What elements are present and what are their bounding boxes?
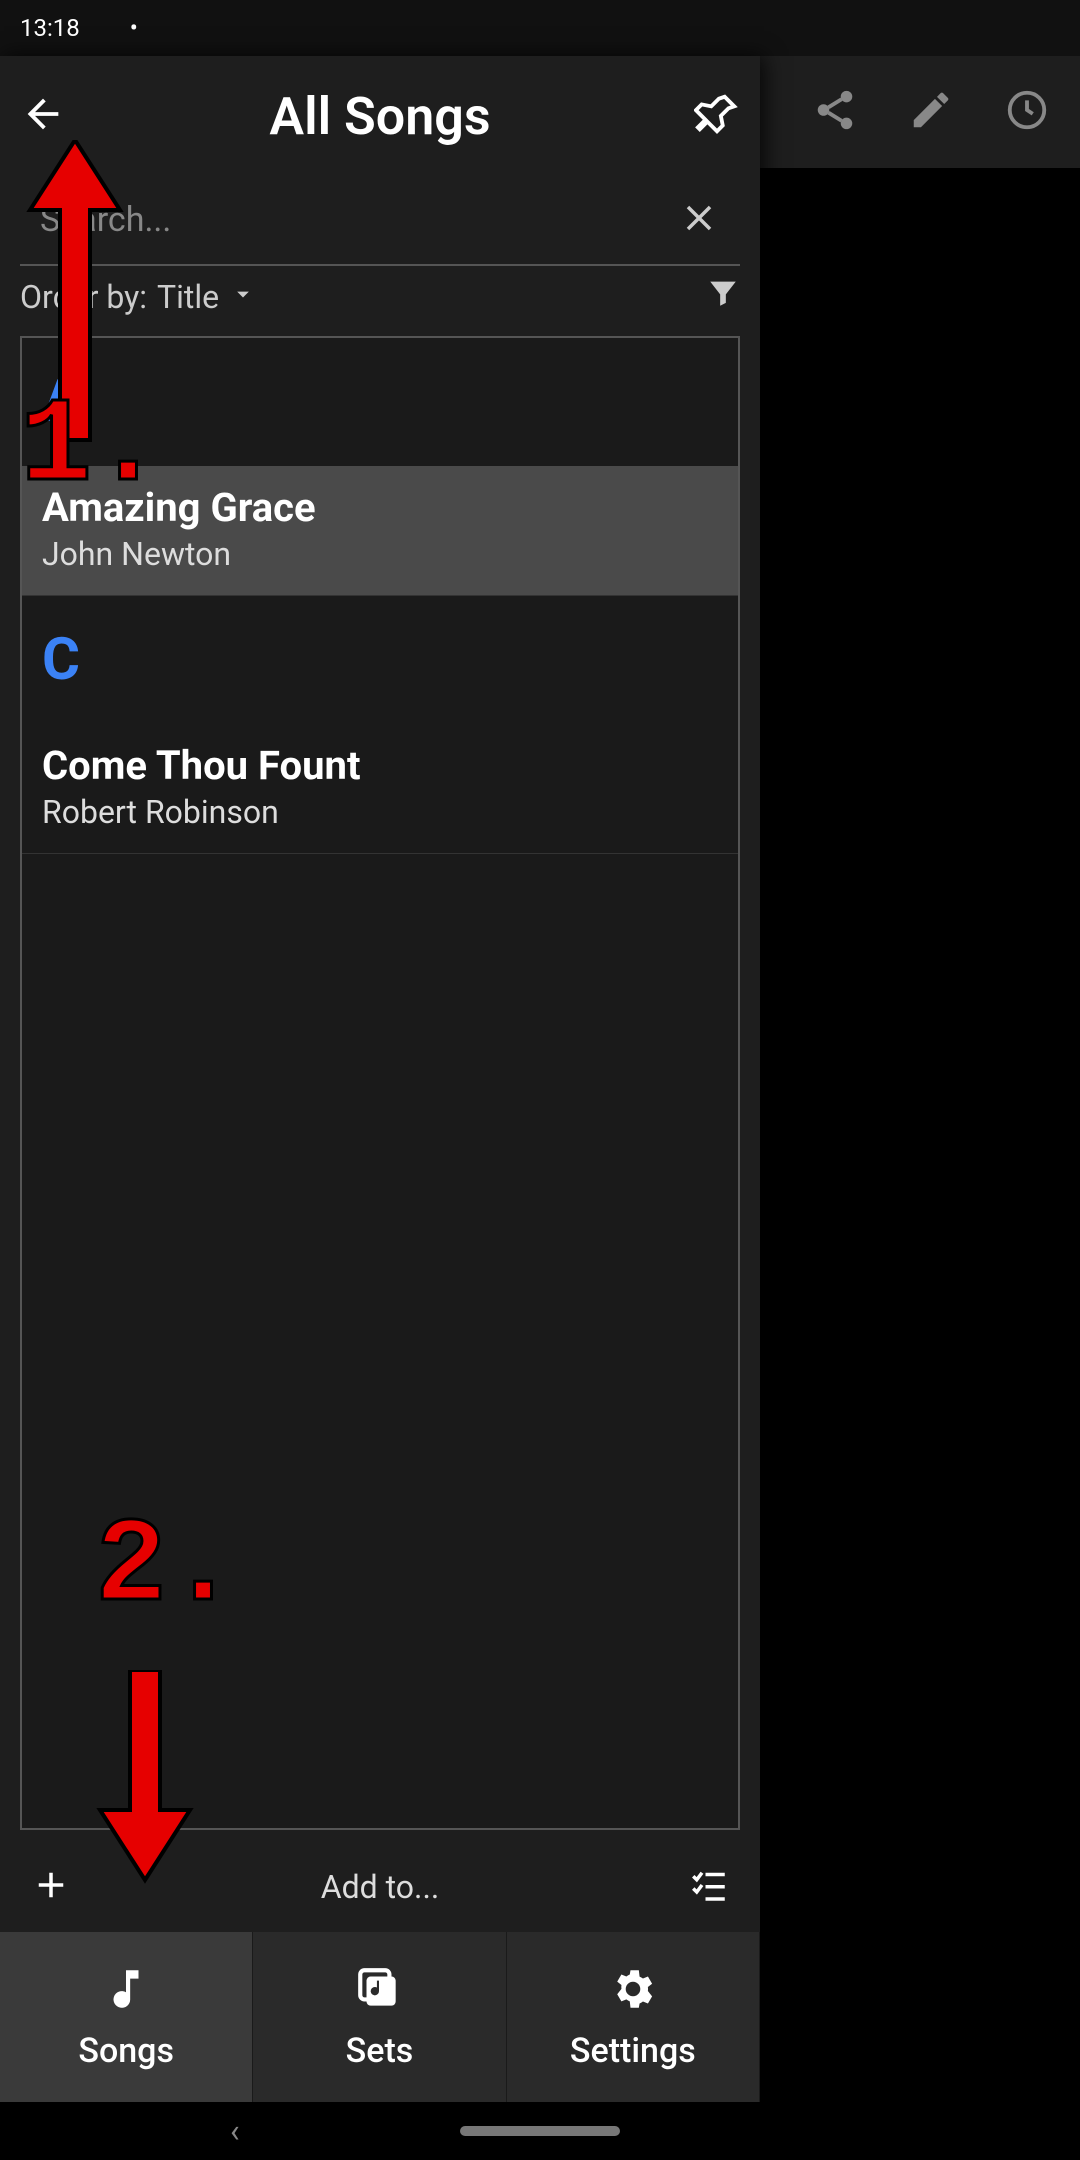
clear-search-button[interactable]	[678, 197, 720, 243]
song-author: Robert Robinson	[42, 793, 718, 831]
system-home-pill[interactable]	[460, 2126, 620, 2136]
filter-button[interactable]	[706, 276, 740, 318]
checklist-icon[interactable]	[688, 1864, 730, 1910]
tab-settings[interactable]: Settings	[507, 1932, 760, 2102]
status-dot-icon: •	[130, 14, 138, 42]
order-label: Order by:	[20, 278, 147, 316]
song-title: Amazing Grace	[42, 484, 718, 531]
tab-label: Sets	[346, 2031, 414, 2071]
edit-icon[interactable]	[908, 87, 954, 137]
song-item[interactable]: Come Thou Fount Robert Robinson	[22, 724, 738, 854]
status-time: 13:18	[20, 14, 80, 42]
drawer-title: All Songs	[66, 86, 694, 147]
system-back-icon[interactable]: ‹	[230, 2112, 240, 2150]
library-icon	[354, 1964, 404, 2023]
back-button[interactable]	[20, 91, 66, 141]
order-value: Title	[157, 278, 219, 316]
add-button[interactable]	[30, 1864, 72, 1910]
section-header: C	[22, 596, 738, 724]
tab-sets[interactable]: Sets	[253, 1932, 506, 2102]
system-nav-bar: ‹	[0, 2102, 1080, 2160]
add-to-button[interactable]: Add to...	[72, 1868, 688, 1906]
share-icon[interactable]	[812, 87, 858, 137]
side-drawer: All Songs Order by: Title	[0, 56, 760, 2102]
search-input[interactable]	[40, 200, 678, 240]
tab-songs[interactable]: Songs	[0, 1932, 253, 2102]
tab-label: Settings	[570, 2031, 696, 2071]
clock-icon[interactable]	[1004, 87, 1050, 137]
section-header: A	[22, 338, 738, 466]
pin-button[interactable]	[694, 91, 740, 141]
music-note-icon	[101, 1964, 151, 2023]
tab-label: Songs	[78, 2031, 174, 2071]
status-bar: 13:18 31 train •	[0, 0, 1080, 56]
song-item[interactable]: Amazing Grace John Newton	[22, 466, 738, 596]
song-list[interactable]: A Amazing Grace John Newton C Come Thou …	[20, 336, 740, 1830]
gear-icon	[608, 1964, 658, 2023]
chevron-down-icon	[229, 278, 257, 316]
song-author: John Newton	[42, 535, 718, 573]
song-title: Come Thou Fount	[42, 742, 718, 789]
order-by-selector[interactable]: Order by: Title	[20, 278, 257, 316]
